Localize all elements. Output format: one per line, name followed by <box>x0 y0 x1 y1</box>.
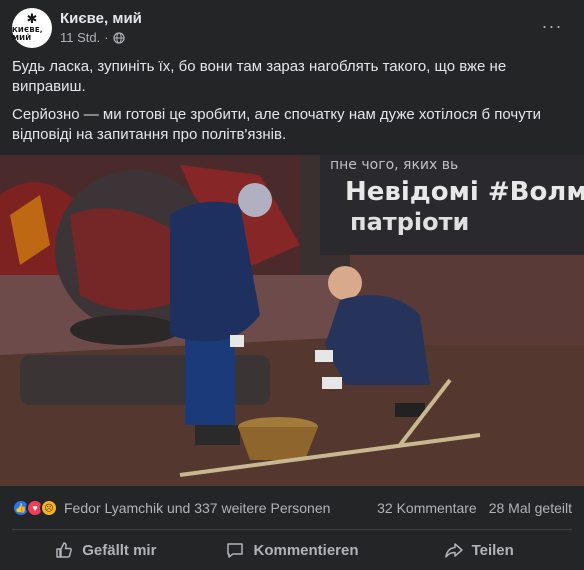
page-name-link[interactable]: Києве, мий <box>60 10 142 27</box>
post-header: ✱ КИЄВЕ, МИЙ Києве, мий 11 Std. · ··· <box>12 8 572 50</box>
share-icon <box>444 543 463 558</box>
post-paragraph-2: Серйозно — ми готові це зробити, але спо… <box>12 106 541 143</box>
wall-text-top: пне чого, яких вь <box>330 157 458 173</box>
actions-divider <box>12 529 572 530</box>
stats-right: 32 Kommentare 28 Mal geteilt <box>377 500 572 516</box>
avatar-symbol: ✱ <box>26 12 38 27</box>
post-card: ✱ КИЄВЕ, МИЙ Києве, мий 11 Std. · ··· Бу… <box>0 0 584 570</box>
like-button[interactable]: Gefällt mir <box>12 533 199 567</box>
comments-count[interactable]: 32 Kommentare <box>377 500 477 516</box>
avatar-text: КИЄВЕ, МИЙ <box>12 26 43 42</box>
more-options-button[interactable]: ··· <box>540 14 564 38</box>
post-photo[interactable]: пне чого, яких вь Невідомі #Волм патріот… <box>0 155 584 486</box>
reaction-names[interactable]: Fedor Lyamchik und 337 weitere Personen <box>64 500 330 516</box>
comment-icon <box>227 543 244 558</box>
globe-icon[interactable] <box>112 31 125 44</box>
reactions-summary[interactable]: 👍 ♥ ☹ <box>12 499 58 517</box>
comment-button-label: Kommentieren <box>253 541 359 559</box>
share-button-label: Teilen <box>471 541 514 559</box>
page-avatar[interactable]: ✱ КИЄВЕ, МИЙ <box>12 8 52 48</box>
post-time-link[interactable]: 11 Std. <box>60 30 100 45</box>
thumbs-up-icon <box>56 542 73 558</box>
post-meta: 11 Std. · <box>60 30 125 45</box>
like-button-label: Gefällt mir <box>82 541 157 559</box>
wall-text-main: Невідомі #Волм <box>345 177 584 207</box>
comment-button[interactable]: Kommentieren <box>199 533 386 567</box>
shares-count[interactable]: 28 Mal geteilt <box>489 500 572 516</box>
post-stats: 👍 ♥ ☹ Fedor Lyamchik und 337 weitere Per… <box>12 494 572 522</box>
share-button[interactable]: Teilen <box>385 533 572 567</box>
post-actions: Gefällt mir Kommentieren Teilen <box>12 533 572 567</box>
meta-separator: · <box>104 30 109 45</box>
post-paragraph-1: Будь ласка, зупиніть їх, бо вони там зар… <box>12 58 507 95</box>
wall-text-second: патріоти <box>350 208 469 236</box>
photo-scene: пне чого, яких вь Невідомі #Волм патріот… <box>0 155 584 486</box>
sad-reaction-icon: ☹ <box>40 499 58 517</box>
